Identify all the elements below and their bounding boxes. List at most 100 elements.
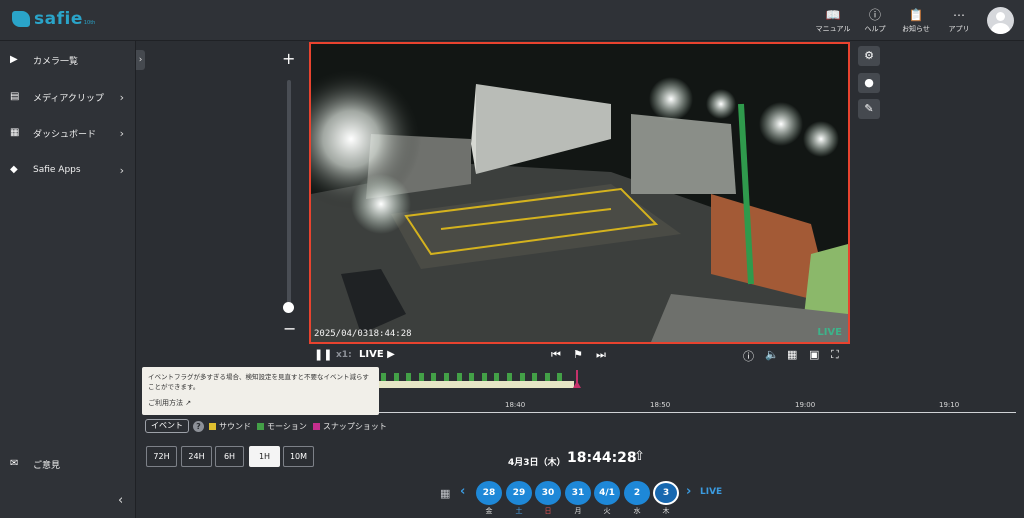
motion-event-flag[interactable] [431,373,436,381]
day-of-week: 火 [603,507,611,515]
day-button[interactable]: 28 [476,481,502,505]
calendar-icon[interactable]: ▦ [440,487,450,500]
collapse-sidebar-icon[interactable]: ‹ [118,493,123,508]
motion-event-flag[interactable] [507,373,512,381]
motion-event-flag[interactable] [545,373,550,381]
event-flag-button[interactable]: ⚑ [573,348,583,361]
snapshot-swatch [312,422,320,430]
live-link[interactable]: LIVE [700,487,722,497]
logo-anniversary: 10th [83,20,96,26]
skip-back-icon: ⏮ [551,348,561,361]
settings-button[interactable]: ⚙ [858,46,880,66]
day-button[interactable]: 3 [653,481,679,505]
next-days-icon[interactable]: › [686,484,691,499]
motion-event-flag[interactable] [419,373,424,381]
live-button[interactable]: LIVE ▶ [359,349,395,360]
motion-event-flag[interactable] [482,373,487,381]
motion-event-flag[interactable] [469,373,474,381]
motion-event-flag[interactable] [444,373,449,381]
current-time: 18:44:28 [567,450,637,466]
motion-event-flag[interactable] [381,373,386,381]
playback-speed[interactable]: x1: [336,350,352,360]
timeline-label: 18:40 [505,401,526,409]
motion-event-flag[interactable] [532,373,537,381]
volume-button[interactable]: 🔈 [765,348,779,361]
safie-logo-mark-icon [12,11,30,27]
legend-snapshot[interactable]: スナップショット [312,421,387,432]
info-icon: ⓘ [743,350,754,363]
range-24h-button[interactable]: 24H [181,446,212,467]
user-avatar[interactable] [987,7,1014,34]
prev-days-icon[interactable]: ‹ [460,484,465,499]
zoom-out-icon[interactable]: − [283,319,296,338]
manual-button[interactable]: 📖 マニュアル [813,8,853,34]
skip-forward-button[interactable]: ⏭ [596,348,606,362]
motion-event-flag[interactable] [394,373,399,381]
skip-back-button[interactable]: ⏮ [551,348,561,362]
info-button[interactable]: ⓘ [743,348,754,364]
timeline-cursor-head[interactable] [573,381,581,388]
video-live-badge: LIVE [817,327,842,338]
dashboard-icon: ▦ [10,127,20,138]
motion-event-flag[interactable] [557,373,562,381]
zoom-region-button[interactable]: ▣ [809,348,819,361]
expand-panel-tab[interactable]: › [136,50,145,70]
grid-icon: ▦ [787,348,798,361]
sidebar-item-dashboard[interactable]: ▦ ダッシュボード › [0,123,136,143]
legend-motion[interactable]: モーション [257,421,307,432]
sidebar-item-label: ご意見 [33,460,61,471]
day-of-week: 日 [544,507,552,515]
question-icon[interactable]: ? [193,420,204,432]
sidebar: ▶ カメラ一覧 ▤ メディアクリップ › ▦ ダッシュボード › ◆ Safie… [0,41,136,518]
mail-icon: ✉ [10,458,19,469]
day-button[interactable]: 30 [535,481,561,505]
motion-event-flag[interactable] [494,373,499,381]
grid-view-button[interactable]: ▦ [787,348,797,361]
zoom-slider-thumb[interactable] [283,302,294,313]
sidebar-item-camera-list[interactable]: ▶ カメラ一覧 [0,50,136,70]
day-button[interactable]: 29 [506,481,532,505]
range-1h-button[interactable]: 1H [249,446,280,467]
motion-event-flag[interactable] [520,373,525,381]
range-72h-button[interactable]: 72H [146,446,177,467]
motion-event-flag[interactable] [406,373,411,381]
help-button[interactable]: ⓘ ヘルプ [855,8,895,34]
tooltip-usage-link[interactable]: ご利用方法 ↗ [148,398,373,408]
sidebar-item-media-clip[interactable]: ▤ メディアクリップ › [0,87,136,107]
fullscreen-button[interactable]: ⛶ [831,348,839,362]
external-link-icon: ↗ [185,399,192,407]
microphone-button[interactable]: ● [858,73,880,93]
tooltip-link-label: ご利用方法 [148,399,183,407]
sidebar-item-feedback[interactable]: ✉ ご意見 [0,454,136,474]
current-date: 4月3日（木） [508,458,566,468]
pause-icon: ❚❚ [314,348,333,361]
sidebar-item-label: ダッシュボード [33,129,97,140]
range-10m-button[interactable]: 10M [283,446,314,467]
pause-button[interactable]: ❚❚ [314,348,332,361]
notice-button[interactable]: 📋 お知らせ [896,8,936,34]
motion-event-flag[interactable] [457,373,462,381]
sidebar-item-safie-apps[interactable]: ◆ Safie Apps › [0,160,136,180]
range-6h-button[interactable]: 6H [215,446,244,467]
zoom-in-icon[interactable]: + [282,49,295,68]
live-label: LIVE [359,349,384,360]
apps-leaf-icon: ◆ [10,164,18,175]
day-button[interactable]: 31 [565,481,591,505]
tooltip-text: イベントフラグが多すぎる場合、検知設定を見直すと不要なイベント減らすことができま… [148,373,369,391]
camera-video-frame[interactable]: 2025/04/0318:44:28 LIVE [309,42,850,344]
apps-label: アプリ [948,25,970,33]
legend-sound[interactable]: サウンド [209,421,251,432]
day-button[interactable]: 2 [624,481,650,505]
clipboard-icon: 📋 [908,8,924,22]
chevron-right-icon: › [119,163,124,177]
legend-sound-label: サウンド [219,421,251,431]
event-filter-button[interactable]: イベント [145,419,189,433]
notice-label: お知らせ [902,25,930,33]
share-icon[interactable]: ⇧ [634,449,645,464]
day-button[interactable]: 4/1 [594,481,620,505]
safie-logo[interactable]: safie 10th [12,9,95,29]
edit-note-button[interactable]: ✎ [858,99,880,119]
day-of-week: 月 [574,507,582,515]
zoom-slider-track[interactable] [287,80,291,308]
apps-button[interactable]: ⋯ アプリ [939,8,979,34]
